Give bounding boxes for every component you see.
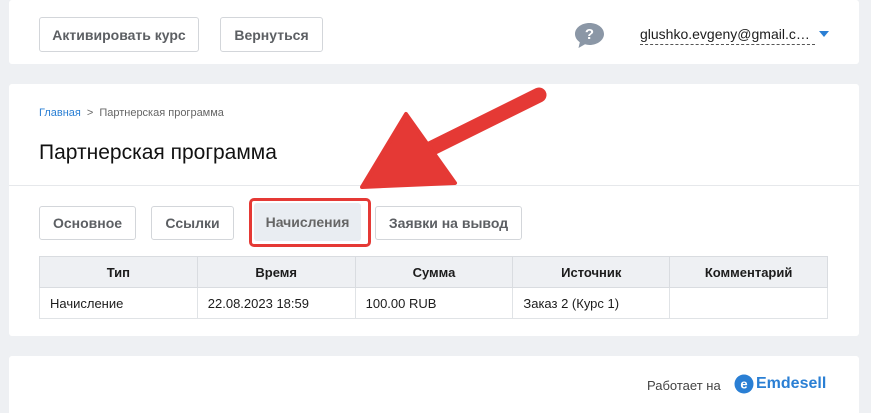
column-header-amount: Сумма (354, 256, 514, 288)
title-divider (9, 185, 859, 186)
table-row: Начисление 22.08.2023 18:59 100.00 RUB З… (39, 287, 828, 319)
column-header-type: Тип (39, 256, 198, 288)
breadcrumb-home-link[interactable]: Главная (39, 107, 81, 119)
breadcrumb: Главная > Партнерская программа (39, 107, 224, 119)
svg-text:e: e (740, 377, 747, 392)
column-header-source: Источник (512, 256, 671, 288)
cell-source: Заказ 2 (Курс 1) (512, 287, 671, 319)
column-header-time: Время (196, 256, 356, 288)
tab-withdrawals[interactable]: Заявки на вывод (375, 206, 522, 240)
tab-main[interactable]: Основное (39, 206, 136, 240)
emdesell-logo-icon: e (734, 374, 754, 394)
table-header-row: Тип Время Сумма Источник Комментарий (39, 256, 828, 288)
cell-time: 22.08.2023 18:59 (196, 287, 356, 319)
breadcrumb-current: Партнерская программа (99, 107, 224, 119)
footer-panel: Работает на e Emdesell (9, 356, 859, 413)
user-menu-email[interactable]: glushko.evgeny@gmail.com (640, 26, 812, 42)
activate-course-button[interactable]: Активировать курс (39, 17, 199, 52)
user-menu-underline (640, 44, 815, 45)
powered-by-text: Работает на (647, 378, 721, 393)
tab-accruals[interactable]: Начисления (254, 203, 361, 241)
question-bubble-icon[interactable]: ? (574, 22, 605, 49)
column-header-comment: Комментарий (669, 256, 828, 288)
caret-down-icon[interactable] (819, 31, 829, 37)
top-bar: Активировать курс Вернуться ? glushko.ev… (9, 0, 859, 64)
brand-link[interactable]: e Emdesell (734, 374, 826, 394)
page-title: Партнерская программа (39, 141, 277, 164)
svg-text:?: ? (585, 26, 594, 43)
cell-comment (669, 287, 828, 319)
accruals-table: Тип Время Сумма Источник Комментарий Нач… (39, 256, 828, 319)
brand-name: Emdesell (756, 375, 827, 392)
breadcrumb-separator: > (86, 107, 94, 119)
back-button[interactable]: Вернуться (220, 17, 323, 52)
cell-amount: 100.00 RUB (354, 287, 514, 319)
tab-links[interactable]: Ссылки (151, 206, 234, 240)
main-panel: Главная > Партнерская программа Партнерска… (9, 84, 859, 336)
cell-type: Начисление (39, 287, 198, 319)
